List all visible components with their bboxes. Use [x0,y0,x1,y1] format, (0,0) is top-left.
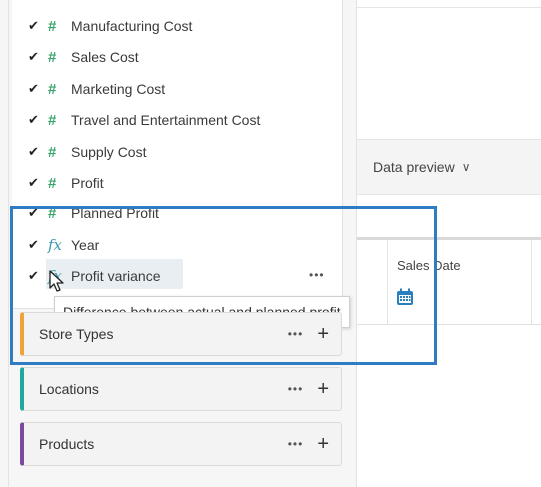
measure-icon: # [48,17,57,35]
divider [357,7,541,8]
folder-label: Store Types [39,326,114,342]
measure-icon: # [48,143,57,161]
field-label: Profit [71,175,104,191]
field-row-supply-cost[interactable]: ✔ # Supply Cost [12,139,342,165]
field-label: Manufacturing Cost [71,18,193,34]
field-label: Year [71,237,100,253]
field-row-year[interactable]: ✔ fx Year [12,232,342,258]
field-panel: ✔ # Manufacturing Cost ✔ # Sales Cost ✔ … [0,0,356,487]
scrollbar[interactable] [8,0,9,487]
check-icon[interactable]: ✔ [28,112,42,128]
column-divider [387,240,388,325]
more-options-icon[interactable]: ••• [288,327,304,341]
field-row-sales-cost[interactable]: ✔ # Sales Cost [12,44,342,70]
data-preview-toggle[interactable]: Data preview ∨ [357,139,541,195]
field-row-planned-profit[interactable]: ✔ # Planned Profit [12,200,342,226]
check-icon[interactable]: ✔ [28,237,42,253]
field-row-profit[interactable]: ✔ # Profit [12,170,342,196]
folder-products[interactable]: Products ••• + [20,422,342,466]
more-options-icon[interactable]: ••• [309,268,325,282]
field-row-marketing-cost[interactable]: ✔ # Marketing Cost [12,76,342,102]
column-header-sales-date[interactable]: Sales Date [397,258,461,273]
measure-icon: # [48,48,57,66]
field-label: Travel and Entertainment Cost [71,112,261,128]
add-icon[interactable]: + [317,434,329,454]
calendar-icon [397,288,413,305]
folder-locations[interactable]: Locations ••• + [20,367,342,411]
field-label: Sales Cost [71,49,139,65]
check-icon[interactable]: ✔ [28,268,42,284]
field-list: ✔ # Manufacturing Cost ✔ # Sales Cost ✔ … [12,0,343,309]
more-options-icon[interactable]: ••• [288,382,304,396]
folder-label: Locations [39,381,99,397]
field-label: Marketing Cost [71,81,166,97]
data-preview-label: Data preview [373,159,455,175]
preview-grid-header: Sales Date [357,237,541,325]
more-options-icon[interactable]: ••• [288,437,304,451]
check-icon[interactable]: ✔ [28,144,42,160]
folder-store-types[interactable]: Store Types ••• + [20,312,342,356]
field-row-manufacturing-cost[interactable]: ✔ # Manufacturing Cost [12,13,342,39]
measure-icon: # [48,111,57,129]
formula-icon: fx [48,236,63,254]
mouse-cursor-icon [49,270,64,292]
field-label: Profit variance [71,268,161,284]
measure-icon: # [48,204,57,222]
add-icon[interactable]: + [317,379,329,399]
check-icon[interactable]: ✔ [28,175,42,191]
field-label: Supply Cost [71,144,147,160]
preview-panel: Data preview ∨ Sales Date [356,0,541,487]
field-row-travel-entertainment-cost[interactable]: ✔ # Travel and Entertainment Cost [12,107,342,133]
measure-icon: # [48,174,57,192]
column-divider [531,240,532,325]
check-icon[interactable]: ✔ [28,49,42,65]
check-icon[interactable]: ✔ [28,18,42,34]
field-label: Planned Profit [71,205,159,221]
chevron-down-icon: ∨ [461,160,471,174]
check-icon[interactable]: ✔ [28,205,42,221]
folder-label: Products [39,436,95,452]
measure-icon: # [48,80,57,98]
add-icon[interactable]: + [317,324,329,344]
check-icon[interactable]: ✔ [28,81,42,97]
